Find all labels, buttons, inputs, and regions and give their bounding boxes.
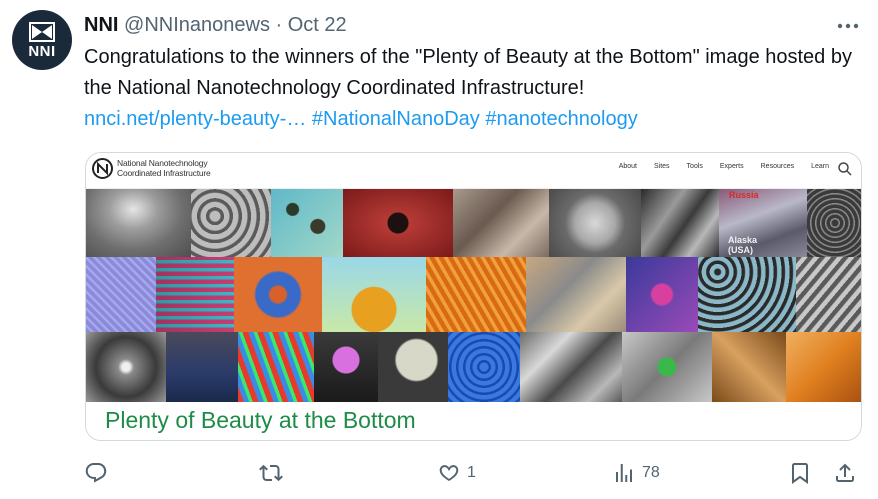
more-icon: [837, 23, 859, 29]
tweet-text: Congratulations to the winners of the "P…: [84, 42, 864, 135]
tweet-header: NNI @NNInanonews · Oct 22: [84, 12, 347, 38]
site-name-line2: Coordinated Infrastructure: [117, 168, 211, 178]
avatar-text: NNI: [28, 42, 56, 60]
site-name-line1: National Nanotechnology: [117, 158, 208, 168]
hashtag-nanotechnology[interactable]: #nanotechnology: [485, 108, 637, 130]
more-options-button[interactable]: [834, 14, 862, 38]
site-nav-sites: Sites: [653, 163, 670, 170]
card-title: Plenty of Beauty at the Bottom: [105, 407, 416, 433]
link-preview-card[interactable]: National Nanotechnology Coordinated Infr…: [85, 152, 862, 441]
views-icon: [616, 464, 632, 482]
site-nav-resources: Resources: [760, 163, 795, 170]
retweet-icon: [259, 464, 283, 482]
site-nav-learn: Learn: [811, 163, 829, 170]
share-button[interactable]: [833, 458, 857, 488]
mosaic-label-russia: Russia: [729, 190, 760, 200]
tweet-link[interactable]: nnci.net/plenty-beauty-…: [84, 108, 306, 130]
site-header: National Nanotechnology Coordinated Infr…: [86, 153, 861, 189]
mosaic-label-usa: (USA): [728, 245, 753, 255]
like-button[interactable]: 1: [437, 458, 476, 488]
card-title-bar: Plenty of Beauty at the Bottom: [86, 402, 861, 440]
nnci-logo-icon: [92, 158, 113, 179]
image-mosaic: Russia Alaska (USA): [86, 189, 861, 402]
reply-icon: [85, 463, 107, 483]
site-name: National Nanotechnology Coordinated Infr…: [117, 158, 227, 178]
like-count: 1: [467, 464, 476, 481]
heart-icon: [439, 465, 459, 481]
mosaic-label-alaska: Alaska: [728, 235, 758, 245]
bookmark-button[interactable]: [788, 458, 812, 488]
mosaic-labels: Russia Alaska (USA): [728, 190, 760, 255]
nni-logo-icon: [29, 21, 55, 42]
site-nav-about: About: [618, 163, 637, 170]
avatar[interactable]: NNI: [12, 10, 72, 70]
reply-button[interactable]: [84, 458, 114, 488]
separator-dot: ·: [275, 14, 283, 36]
retweet-button[interactable]: [259, 458, 289, 488]
action-bar: 1 78: [84, 458, 864, 488]
share-icon: [836, 463, 854, 482]
site-nav: About Sites Tools Experts Resources Lear…: [619, 163, 829, 170]
account-handle[interactable]: @NNInanonews: [124, 14, 270, 36]
views-count: 78: [642, 464, 660, 481]
site-nav-experts: Experts: [719, 163, 744, 170]
bookmark-icon: [792, 463, 808, 484]
tweet-date[interactable]: Oct 22: [288, 14, 347, 36]
views-button[interactable]: 78: [612, 458, 660, 488]
hashtag-nationalnanoday[interactable]: #NationalNanoDay: [312, 108, 480, 130]
account-name[interactable]: NNI: [84, 14, 118, 36]
site-nav-tools: Tools: [686, 163, 703, 170]
search-icon: [838, 162, 852, 176]
tweet-body: Congratulations to the winners of the "P…: [84, 46, 852, 99]
